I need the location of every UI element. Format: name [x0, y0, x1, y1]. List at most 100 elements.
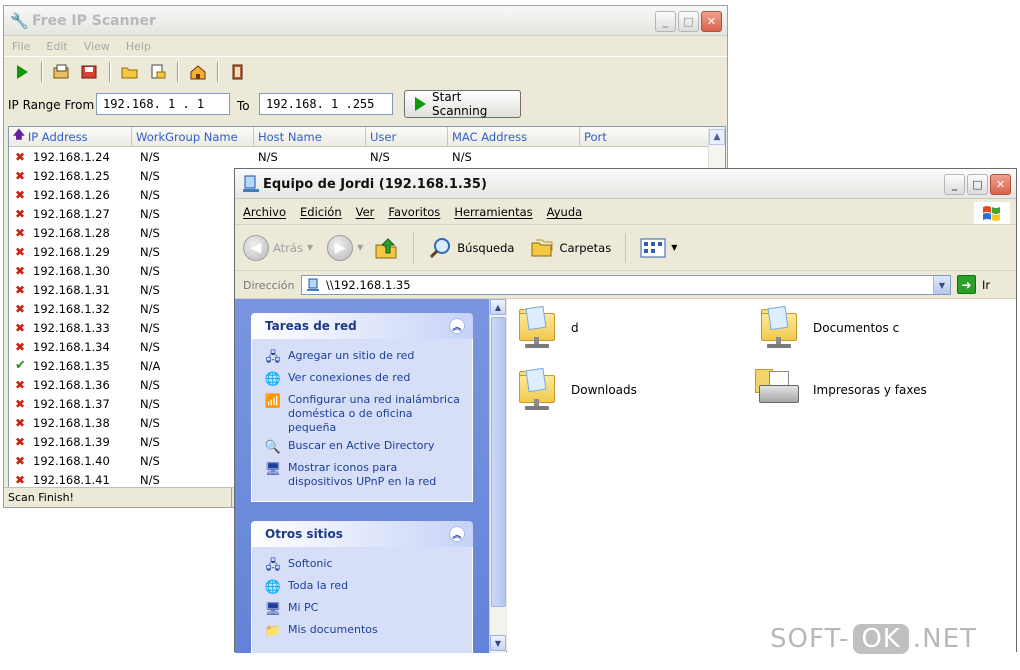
task-link[interactable]: 🖥 Mi PC: [264, 601, 462, 619]
menu-edicion[interactable]: Edición: [300, 205, 342, 219]
windows-logo-icon: [974, 202, 1010, 224]
views-button[interactable]: ▼: [634, 237, 683, 259]
ip-text: 192.168.1.34: [33, 339, 110, 354]
task-link[interactable]: 🌐 Ver conexiones de red: [264, 371, 462, 389]
scroll-up-icon[interactable]: ▲: [490, 299, 506, 315]
menu-favoritos[interactable]: Favoritos: [388, 205, 440, 219]
range-to-input[interactable]: [259, 93, 393, 115]
back-button[interactable]: ◀ Atrás ▼: [243, 234, 313, 261]
mac-cell: N/S: [452, 149, 472, 164]
network-computer-icon: [242, 175, 260, 193]
maximize-button[interactable]: □: [967, 174, 988, 195]
task-link[interactable]: 🌐 Toda la red: [264, 579, 462, 597]
address-input[interactable]: \\192.168.1.35 ▼: [301, 275, 951, 295]
search-button[interactable]: Búsqueda: [422, 236, 520, 260]
scanner-toolbar: [4, 56, 727, 86]
task-link[interactable]: 📁 Mis documentos: [264, 623, 462, 641]
ip-text: 192.168.1.39: [33, 434, 110, 449]
menu-edit[interactable]: Edit: [46, 40, 67, 53]
task-link[interactable]: 🔍 Buscar en Active Directory: [264, 439, 462, 457]
address-dropdown-icon[interactable]: ▼: [933, 276, 950, 294]
network-tasks-header[interactable]: Tareas de red ︽: [251, 313, 473, 339]
task-link[interactable]: 🖧 Softonic: [264, 557, 462, 575]
address-bar: Dirección \\192.168.1.35 ▼ ➜ Ir: [235, 271, 1016, 299]
ip-text: 192.168.1.26: [33, 187, 110, 202]
network-tasks-title: Tareas de red: [265, 319, 357, 333]
upnp-icon: 🖥: [264, 462, 282, 477]
collapse-icon[interactable]: ︽: [449, 526, 465, 542]
start-scanning-button[interactable]: Start Scanning: [404, 90, 521, 118]
menu-archivo[interactable]: Archivo: [243, 205, 286, 219]
close-button[interactable]: ✕: [701, 11, 722, 32]
go-label: Ir: [982, 277, 991, 292]
task-link[interactable]: 🖥 Mostrar iconos para dispositivos UPnP e…: [264, 461, 462, 489]
share-item-downloads[interactable]: Downloads: [517, 367, 637, 411]
menu-help[interactable]: Help: [126, 40, 151, 53]
go-button[interactable]: ➜ Ir: [957, 275, 990, 294]
minimize-button[interactable]: _: [655, 11, 676, 32]
menu-file[interactable]: File: [12, 40, 30, 53]
shared-folder-icon: [517, 305, 559, 349]
scrollbar-thumb[interactable]: [491, 317, 506, 607]
menu-view[interactable]: View: [84, 40, 110, 53]
ip-range-bar: IP Range From To Start Scanning: [4, 90, 727, 120]
views-icon: [640, 238, 666, 257]
export-icon[interactable]: [146, 60, 170, 84]
x-mark-icon: ✖: [15, 244, 26, 259]
printers-and-faxes-item[interactable]: Impresoras y faxes: [755, 369, 927, 411]
share-item-d[interactable]: d: [517, 305, 579, 349]
x-mark-icon: ✖: [15, 282, 26, 297]
ip-text: 192.168.1.31: [33, 282, 110, 297]
scroll-up-icon[interactable]: ▲: [709, 129, 725, 145]
scroll-down-icon[interactable]: ▼: [490, 635, 506, 651]
task-link[interactable]: 🖧 Agregar un sitio de red: [264, 349, 462, 367]
other-places-header[interactable]: Otros sitios ︽: [251, 521, 473, 547]
status-text: Scan Finish!: [4, 488, 232, 507]
my-computer-icon: 🖥: [264, 602, 282, 617]
task-label: Ver conexiones de red: [288, 371, 411, 384]
host-cell: N/S: [258, 149, 278, 164]
close-button[interactable]: ✕: [990, 174, 1011, 195]
range-from-input[interactable]: [96, 93, 230, 115]
save-icon[interactable]: [78, 60, 102, 84]
go-arrow-icon: ➜: [957, 275, 976, 294]
scanner-titlebar[interactable]: 🔧 Free IP Scanner _ □ ✕: [4, 6, 727, 36]
network-tasks-box: Tareas de red ︽ 🖧 Agregar un sitio de red…: [251, 313, 473, 502]
list-header: 🡅 IP Address WorkGroup Name Host Name Us…: [9, 127, 725, 147]
explorer-titlebar[interactable]: Equipo de Jordi (192.168.1.35) _ □ ✕: [235, 169, 1016, 199]
table-row[interactable]: ✖ 192.168.1.24 N/S N/S N/S N/S: [9, 147, 725, 166]
ip-text: 192.168.1.25: [33, 168, 110, 183]
column-mac-address[interactable]: MAC Address: [448, 127, 580, 146]
forward-button[interactable]: ▶ ▼: [327, 234, 363, 261]
home-icon[interactable]: [186, 60, 210, 84]
maximize-button[interactable]: □: [678, 11, 699, 32]
task-link[interactable]: 📶 Configurar una red inalámbrica doméstic…: [264, 393, 462, 435]
column-host-name[interactable]: Host Name: [254, 127, 366, 146]
play-icon[interactable]: [10, 60, 34, 84]
task-label: Configurar una red inalámbrica doméstica…: [288, 393, 460, 434]
ip-text: 192.168.1.41: [33, 472, 110, 487]
minimize-button[interactable]: _: [944, 174, 965, 195]
column-user[interactable]: User: [366, 127, 448, 146]
ip-cell: ✖ 192.168.1.28: [9, 226, 132, 240]
collapse-icon[interactable]: ︽: [449, 318, 465, 334]
column-port[interactable]: Port: [580, 127, 708, 146]
up-folder-button[interactable]: [367, 235, 405, 261]
column-ip-address[interactable]: 🡅 IP Address: [9, 127, 132, 146]
task-pane-scrollbar[interactable]: ▲ ▼: [489, 299, 506, 653]
ip-cell: ✖ 192.168.1.38: [9, 416, 132, 430]
open-icon[interactable]: [50, 60, 74, 84]
workgroup-cell: N/S: [140, 149, 160, 164]
menu-ver[interactable]: Ver: [356, 205, 375, 219]
folders-icon: [531, 239, 553, 256]
ip-cell: ✖ 192.168.1.41: [9, 473, 132, 487]
column-workgroup[interactable]: WorkGroup Name: [132, 127, 254, 146]
exit-icon[interactable]: [226, 60, 250, 84]
menu-ayuda[interactable]: Ayuda: [547, 205, 583, 219]
task-label: Agregar un sitio de red: [288, 349, 415, 362]
share-item-documentos-c[interactable]: Documentos c: [759, 305, 899, 349]
folders-button[interactable]: Carpetas: [524, 237, 617, 259]
folder-icon[interactable]: [118, 60, 142, 84]
column-label: IP Address: [27, 129, 88, 144]
menu-herramientas[interactable]: Herramientas: [454, 205, 532, 219]
